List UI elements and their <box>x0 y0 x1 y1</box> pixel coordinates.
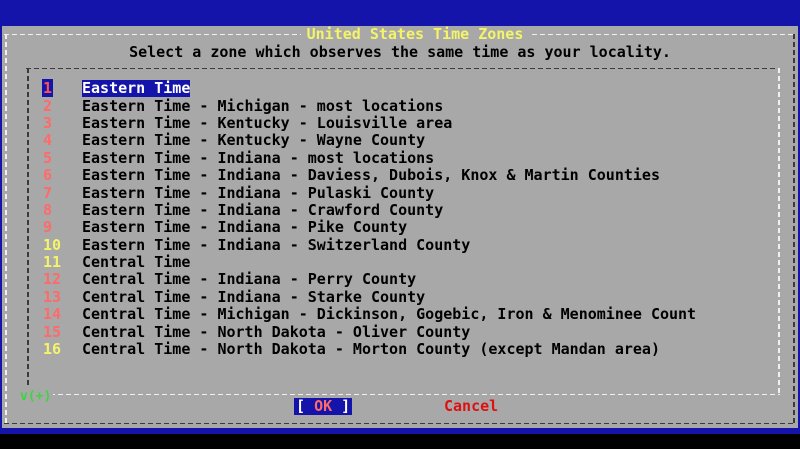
menu-item-tag-text: 7 <box>43 183 53 202</box>
menu-item[interactable]: 6 Eastern Time - Indiana - Daviess, Duboi… <box>30 167 790 184</box>
menu-box-left-border <box>27 68 29 394</box>
menu-item[interactable]: 1 Eastern Time <box>30 79 790 98</box>
menu-item-tag: 2 <box>30 96 82 115</box>
terminal-screen: United States Time Zones Select a zone w… <box>0 0 800 449</box>
menu-item[interactable]: 3 Eastern Time - Kentucky - Louisville ar… <box>30 113 790 132</box>
menu-item-tag-text: 6 <box>43 166 53 185</box>
menu-item-tag-text: 1 <box>42 79 54 98</box>
menu-item-label: Eastern Time - Indiana - most locations <box>82 148 435 167</box>
menu-item[interactable]: 16 Central Time - North Dakota - Morton C… <box>30 341 790 358</box>
menu-box-bottom-border <box>26 394 780 395</box>
menu-item-label: Eastern Time - Indiana - Switzerland Cou… <box>82 235 471 254</box>
menu-item-label: Eastern Time - Indiana - Pike County <box>82 218 408 237</box>
dialog-title: United States Time Zones <box>2 26 798 43</box>
menu-item[interactable]: 7 Eastern Time - Indiana - Pulaski County <box>30 184 790 201</box>
menu-item-tag: 9 <box>30 219 82 236</box>
menu-item[interactable]: 12 Central Time - Indiana - Perry County <box>30 271 790 288</box>
menu-box-top-border <box>26 68 780 69</box>
menu-item-tag: 12 <box>30 271 82 288</box>
menu-item[interactable]: 5 Eastern Time - Indiana - most locations <box>30 148 790 167</box>
menu-item[interactable]: 15 Central Time - North Dakota - Oliver C… <box>30 323 790 340</box>
menu-item[interactable]: 13 Central Time - Indiana - Starke County <box>30 287 790 306</box>
menu-item-tag-text: 16 <box>43 340 62 359</box>
menu-item-tag-text: 2 <box>43 96 53 115</box>
menu-item-tag: 1 <box>30 79 82 98</box>
menu-item-tag-text: 10 <box>43 235 62 254</box>
menu-item-tag: 14 <box>30 306 82 323</box>
cancel-label: Cancel <box>444 397 499 415</box>
menu-item-label: Central Time - Michigan - Dickinson, Gog… <box>82 305 697 324</box>
dialog-right-border <box>793 34 795 424</box>
menu-item-label: Eastern Time - Indiana - Crawford County <box>82 200 444 219</box>
menu-item-tag-text: 13 <box>43 287 62 306</box>
cancel-button[interactable]: Cancel <box>444 398 498 415</box>
menu-item[interactable]: 8 Eastern Time - Indiana - Crawford Count… <box>30 200 790 219</box>
menu-item-tag: 8 <box>30 200 82 219</box>
terminal-bottom-bar <box>0 434 800 449</box>
menu-item-label: Eastern Time - Kentucky - Wayne County <box>82 131 426 150</box>
menu-item-tag: 13 <box>30 287 82 306</box>
dialog-prompt: Select a zone which observes the same ti… <box>129 43 671 61</box>
menu-item-tag-text: 8 <box>43 200 53 219</box>
menu-item-label: Central Time - Indiana - Starke County <box>82 287 426 306</box>
menu-item-tag: 6 <box>30 167 82 184</box>
menu-item-tag: 4 <box>30 132 82 149</box>
menu-item-label: Eastern Time - Kentucky - Louisville are… <box>82 113 453 132</box>
menu-item-tag: 3 <box>30 113 82 132</box>
menu-item-tag: 5 <box>30 148 82 167</box>
menu-item[interactable]: 14 Central Time - Michigan - Dickinson, G… <box>30 306 790 323</box>
ok-button[interactable]: [ OK ] <box>294 397 353 415</box>
menu-item-tag: 11 <box>30 254 82 271</box>
menu-item-label: Eastern Time <box>82 79 191 98</box>
menu-item-tag-text: 3 <box>43 113 53 132</box>
menu-item-tag: 16 <box>30 341 82 358</box>
dialog-bottom-border <box>4 423 794 424</box>
ok-label: OK <box>314 397 333 415</box>
menu-item[interactable]: 9 Eastern Time - Indiana - Pike County <box>30 219 790 236</box>
menu-item[interactable]: 2 Eastern Time - Michigan - most location… <box>30 97 790 114</box>
menu-item-tag-text: 9 <box>43 218 53 237</box>
button-bar: [ OK ] Cancel <box>2 398 798 415</box>
menu-item-label: Central Time - North Dakota - Oliver Cou… <box>82 322 471 341</box>
menu-item-tag-text: 12 <box>43 270 62 289</box>
dialog-title-text: United States Time Zones <box>300 26 530 43</box>
dialog-left-border <box>5 34 7 424</box>
menu-item-tag-text: 15 <box>43 322 62 341</box>
menu-item-tag-text: 4 <box>43 131 53 150</box>
menu-item-tag: 10 <box>30 235 82 254</box>
menu-item-label: Central Time - North Dakota - Morton Cou… <box>82 340 660 359</box>
menu-item-label: Eastern Time - Michigan - most locations <box>82 96 444 115</box>
menu-item-tag-text: 14 <box>43 305 62 324</box>
menu-item-label: Central Time - Indiana - Perry County <box>82 270 417 289</box>
menu-item[interactable]: 10 Eastern Time - Indiana - Switzerland C… <box>30 235 790 254</box>
menu-item-label: Central Time <box>82 253 191 272</box>
menu-item[interactable]: 4 Eastern Time - Kentucky - Wayne County <box>30 132 790 149</box>
menu-item-tag-text: 11 <box>43 253 62 272</box>
timezone-dialog: United States Time Zones Select a zone w… <box>2 26 798 428</box>
menu-item-tag-text: 5 <box>43 148 53 167</box>
menu-item-label: Eastern Time - Indiana - Daviess, Dubois… <box>82 166 660 185</box>
menu-item-label: Eastern Time - Indiana - Pulaski County <box>82 183 435 202</box>
menu-item[interactable]: 11 Central Time <box>30 254 790 271</box>
timezone-menu[interactable]: 1 Eastern Time 2 Eastern Time - Michigan - … <box>30 79 790 358</box>
menu-item-tag: 15 <box>30 322 82 341</box>
menu-item-tag: 7 <box>30 183 82 202</box>
